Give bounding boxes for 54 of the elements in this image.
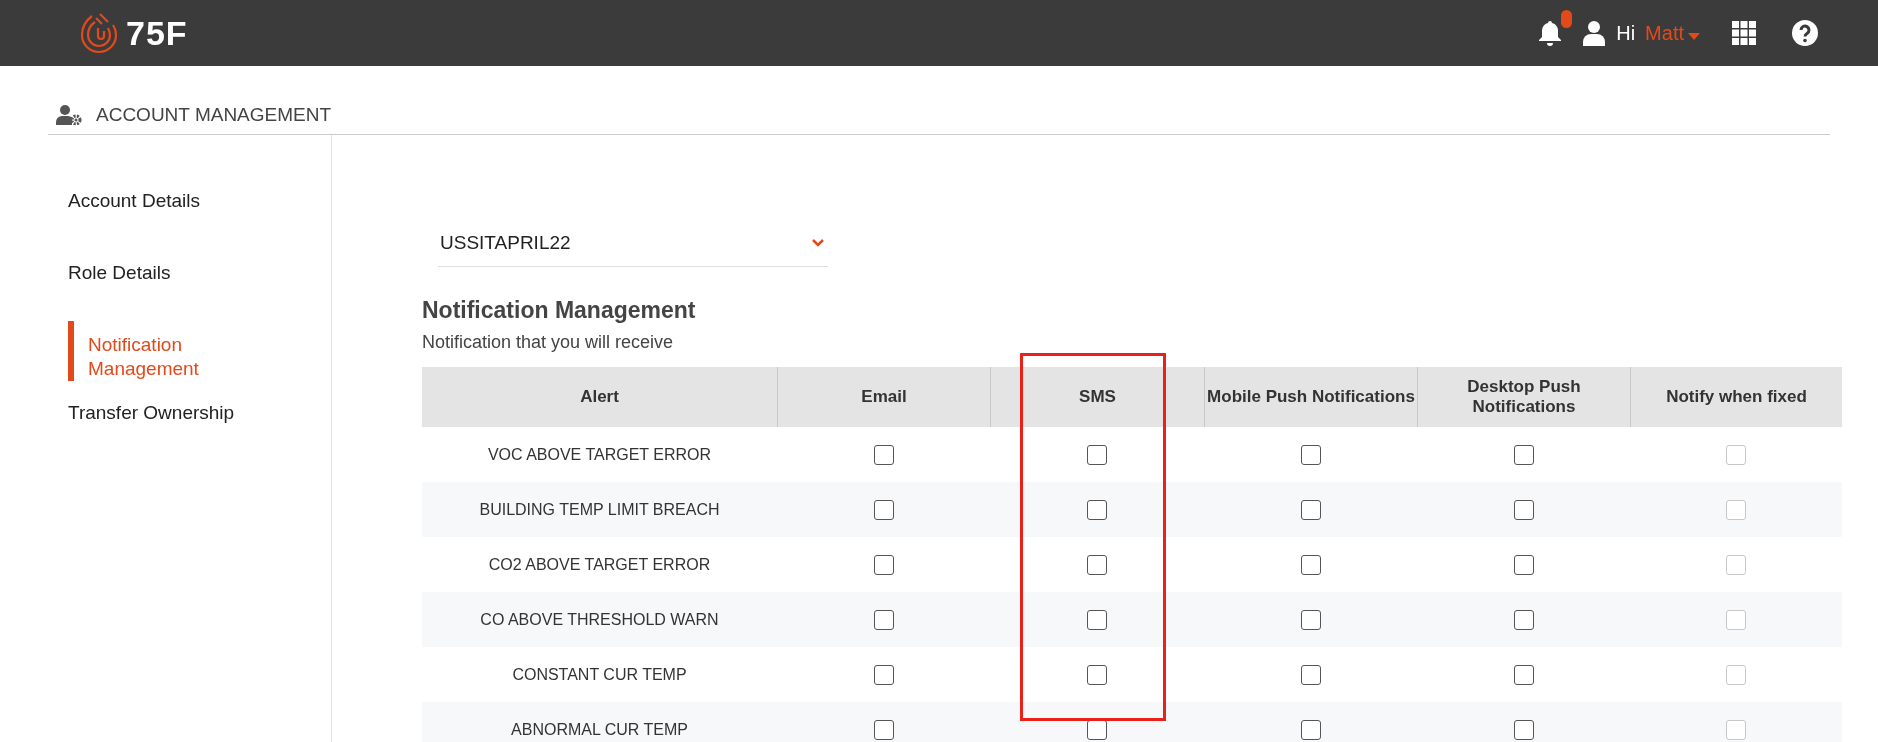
checkbox[interactable] xyxy=(1513,664,1534,685)
chevron-down-icon xyxy=(812,238,824,247)
checkbox[interactable] xyxy=(1300,444,1321,465)
column-header: Notify when fixed xyxy=(1666,387,1807,407)
page-title: ACCOUNT MANAGEMENT xyxy=(96,104,332,126)
checkbox[interactable] xyxy=(873,609,894,630)
checkbox[interactable] xyxy=(1300,664,1321,685)
user-icon xyxy=(1582,20,1607,46)
sidebar-item[interactable]: Account Details xyxy=(48,177,331,225)
checkbox[interactable] xyxy=(873,499,894,520)
sidebar-item[interactable]: Role Details xyxy=(48,249,331,297)
checkbox[interactable] xyxy=(1087,609,1107,630)
column-header: Email xyxy=(861,387,907,407)
alert-name: CONSTANT CUR TEMP xyxy=(512,665,687,684)
checkbox[interactable] xyxy=(1087,719,1107,740)
user-settings-icon xyxy=(56,105,82,125)
column-header: Desktop Push Notifications xyxy=(1466,377,1582,417)
column-header: Alert xyxy=(580,387,619,407)
checkbox[interactable] xyxy=(1300,609,1321,630)
column-header: Mobile Push Notifications xyxy=(1207,387,1415,407)
caret-icon xyxy=(1688,32,1700,40)
logo-text: 75F xyxy=(126,13,188,53)
checkbox[interactable] xyxy=(1513,444,1534,465)
alert-name: CO ABOVE THRESHOLD WARN xyxy=(480,610,719,629)
bell-icon[interactable] xyxy=(1538,20,1563,46)
checkbox[interactable] xyxy=(873,719,894,740)
alert-name: ABNORMAL CUR TEMP xyxy=(511,720,688,739)
checkbox[interactable] xyxy=(873,554,894,575)
alert-name: BUILDING TEMP LIMIT BREACH xyxy=(479,500,720,519)
section-title: Notification Management xyxy=(422,297,697,324)
greeting-text: Hi xyxy=(1616,21,1636,45)
alert-name: CO2 ABOVE TARGET ERROR xyxy=(488,555,711,574)
checkbox[interactable] xyxy=(1513,719,1534,740)
checkbox[interactable] xyxy=(1300,499,1321,520)
checkbox[interactable] xyxy=(1087,554,1107,575)
checkbox[interactable] xyxy=(1513,554,1534,575)
checkbox[interactable] xyxy=(1087,444,1107,465)
site-dropdown[interactable]: USSITAPRIL22 xyxy=(438,219,828,267)
checkbox[interactable] xyxy=(1087,664,1107,685)
logo-icon xyxy=(80,12,118,54)
checkbox[interactable] xyxy=(1513,499,1534,520)
column-header: SMS xyxy=(1079,387,1116,407)
checkbox[interactable] xyxy=(873,444,894,465)
alert-name: VOC ABOVE TARGET ERROR xyxy=(487,445,712,464)
checkbox[interactable] xyxy=(1513,609,1534,630)
apps-grid-icon[interactable] xyxy=(1732,21,1756,45)
help-icon[interactable] xyxy=(1792,20,1818,46)
checkbox[interactable] xyxy=(1300,719,1321,740)
sidebar-item[interactable]: Notification Management xyxy=(68,321,238,381)
section-subtitle: Notification that you will receive xyxy=(422,332,675,353)
checkbox[interactable] xyxy=(873,664,894,685)
checkbox[interactable] xyxy=(1300,554,1321,575)
sidebar-item[interactable]: Transfer Ownership xyxy=(48,389,331,437)
checkbox[interactable] xyxy=(1087,499,1107,520)
